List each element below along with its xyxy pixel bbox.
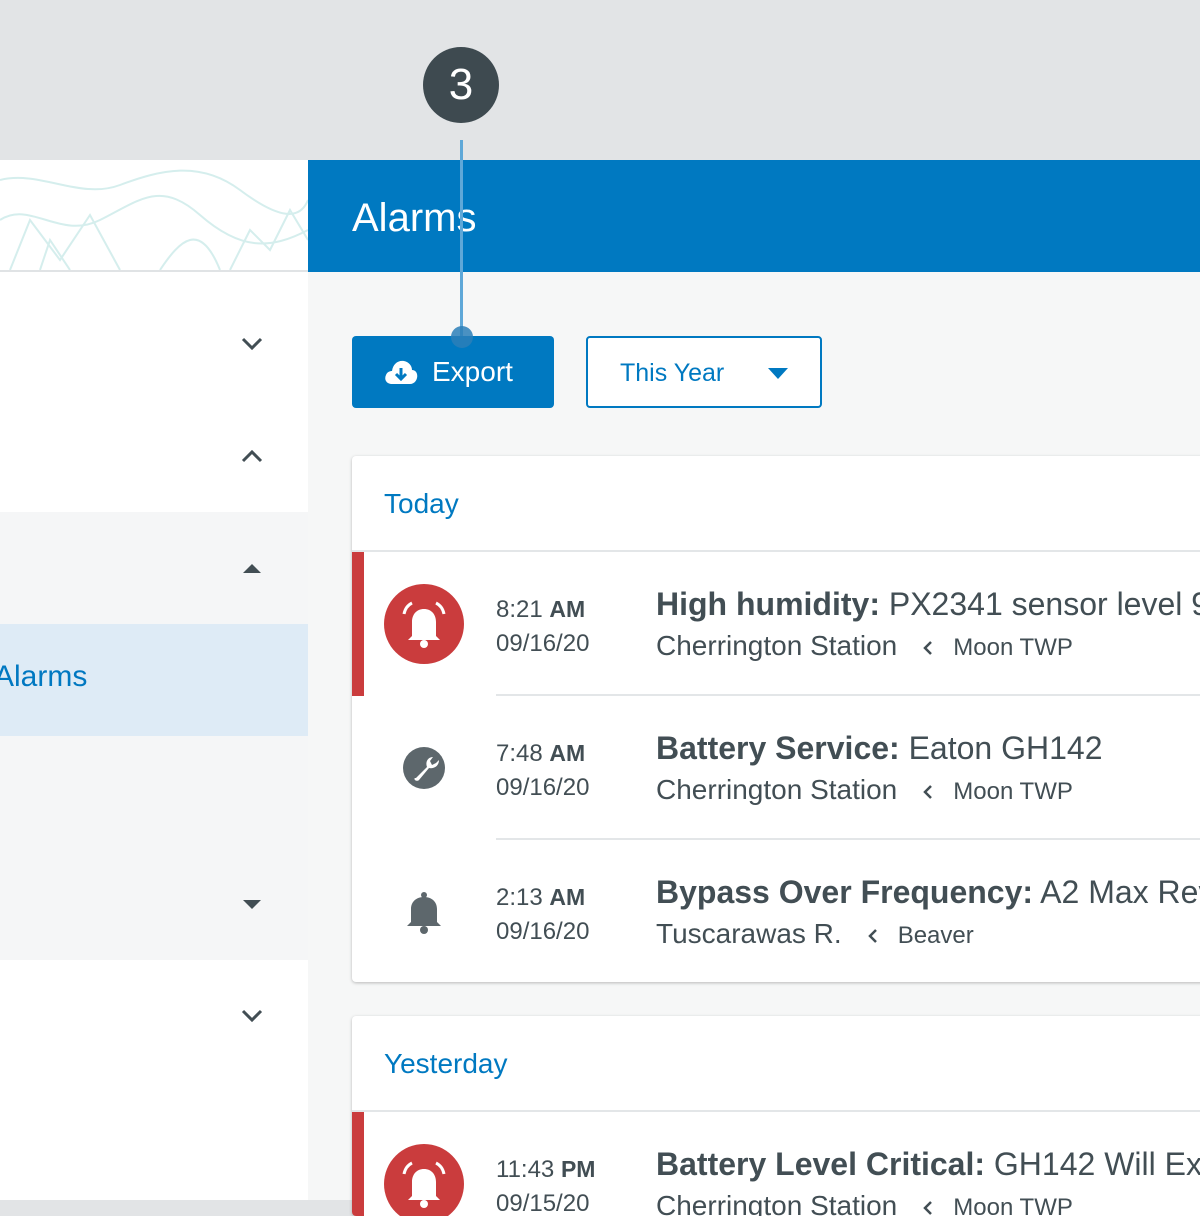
region-name: Moon TWP (953, 1194, 1073, 1216)
alarm-row[interactable]: 8:21 AM 09/16/20 High humidity: PX2341 s… (352, 552, 1200, 696)
region-name: Moon TWP (953, 634, 1073, 661)
chevron-down-icon[interactable] (240, 1004, 264, 1028)
alarm-location: Cherrington Station Moon TWP (656, 630, 1073, 662)
region-name: Moon TWP (953, 778, 1073, 805)
caret-up-icon[interactable] (240, 556, 264, 580)
alarm-location: Tuscarawas R. Beaver (656, 918, 974, 950)
alarm-time: 7:48 AM (496, 740, 586, 767)
date-range-value: This Year (620, 359, 725, 387)
station-name: Cherrington Station (656, 1190, 898, 1216)
alarm-row[interactable]: 7:48 AM 09/16/20 Battery Service: Eaton … (352, 696, 1200, 840)
chevron-left-icon (923, 640, 933, 655)
critical-flag (352, 1112, 364, 1216)
chevron-down-icon[interactable] (240, 332, 264, 356)
region-name: Beaver (897, 922, 974, 949)
caret-down-icon[interactable] (240, 892, 264, 916)
group-title: Today (384, 488, 459, 519)
alarm-location: Cherrington Station Moon TWP (656, 1190, 1073, 1216)
chevron-left-icon (923, 1200, 933, 1215)
alarm-time: 8:21 AM (496, 596, 586, 623)
sidebar-header (0, 160, 308, 272)
station-name: Cherrington Station (656, 630, 898, 661)
callout-number-badge: 3 (423, 47, 499, 123)
callout-dot (451, 326, 473, 348)
topographic-pattern (0, 169, 308, 270)
alarm-row[interactable]: 11:43 PM 09/15/20 Battery Level Critical… (352, 1112, 1200, 1216)
sidebar-item-7[interactable] (0, 960, 308, 1072)
alarm-group-yesterday: Yesterday 11:43 PM 09/15/20 Battery Leve… (352, 1016, 1200, 1216)
alarm-time: 2:13 AM (496, 884, 586, 911)
wrench-icon (403, 747, 445, 789)
alarm-description: Battery Level Critical: GH142 Will Ex (656, 1146, 1200, 1182)
export-button-label: Export (432, 356, 513, 387)
page-header: Alarms (308, 160, 1200, 272)
alarm-date: 09/16/20 (496, 918, 590, 945)
sidebar-item-2[interactable] (0, 400, 308, 512)
sidebar-item-1[interactable] (0, 288, 308, 400)
cloud-download-icon (385, 360, 418, 384)
sidebar-item-5 (0, 736, 308, 848)
alarm-group-today: Today 8:21 AM 09/16/20 High humidity: PX… (352, 456, 1200, 982)
chevron-left-icon (867, 928, 877, 943)
station-name: Cherrington Station (656, 774, 898, 805)
callout-line (460, 140, 463, 336)
critical-flag (352, 552, 364, 696)
station-name: Tuscarawas R. (656, 918, 842, 949)
sidebar: Alarms (0, 160, 310, 1200)
chevron-left-icon (923, 784, 933, 799)
alarm-description: High humidity: PX2341 sensor level 9 (656, 586, 1200, 622)
alarm-date: 09/16/20 (496, 774, 590, 801)
sidebar-item-3[interactable] (0, 512, 308, 624)
main-content: Alarms Export This Year Today 8:21 AM 09… (308, 160, 1200, 1216)
alarm-bell-icon (384, 584, 464, 664)
alarm-bell-icon (384, 1144, 464, 1216)
export-button[interactable]: Export (352, 336, 554, 408)
alarm-date: 09/15/20 (496, 1190, 590, 1216)
alarm-description: Bypass Over Frequency: A2 Max Rev (656, 874, 1200, 910)
alarm-description: Battery Service: Eaton GH142 (656, 730, 1103, 766)
caret-down-icon (768, 368, 788, 379)
alarm-location: Cherrington Station Moon TWP (656, 774, 1073, 806)
chevron-up-icon[interactable] (240, 444, 264, 468)
alarm-row[interactable]: 2:13 AM 09/16/20 Bypass Over Frequency: … (352, 840, 1200, 982)
group-title: Yesterday (384, 1048, 508, 1079)
date-range-select[interactable]: This Year (586, 336, 822, 408)
sidebar-item-alarms[interactable]: Alarms (0, 624, 308, 736)
page-title: Alarms (352, 196, 477, 240)
sidebar-item-label: Alarms (0, 660, 88, 693)
sidebar-item-6[interactable] (0, 848, 308, 960)
alarm-date: 09/16/20 (496, 630, 590, 657)
alarm-time: 11:43 PM (496, 1156, 596, 1183)
bell-icon (407, 892, 441, 934)
